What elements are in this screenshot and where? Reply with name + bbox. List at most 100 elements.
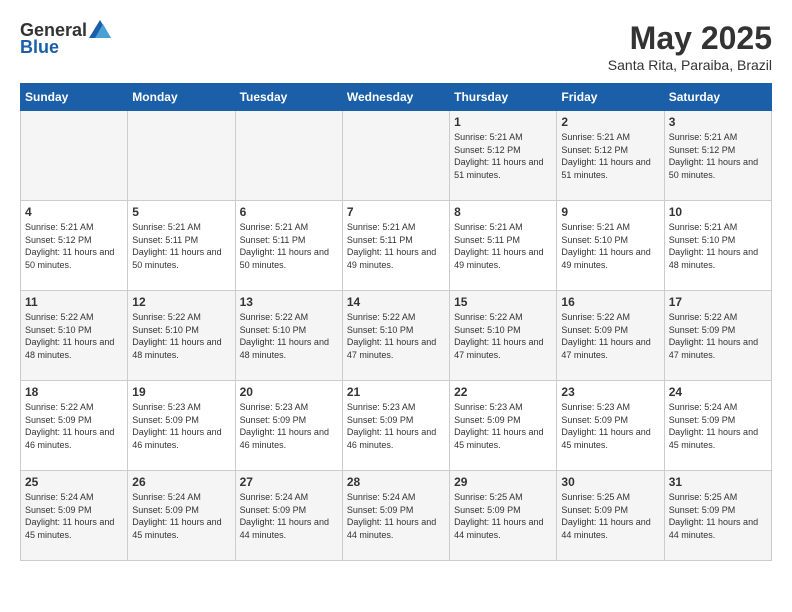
day-number: 30 xyxy=(561,475,659,489)
day-info: Sunrise: 5:22 AM Sunset: 5:09 PM Dayligh… xyxy=(669,311,767,361)
table-row xyxy=(235,111,342,201)
table-row: 2Sunrise: 5:21 AM Sunset: 5:12 PM Daylig… xyxy=(557,111,664,201)
table-row xyxy=(21,111,128,201)
day-number: 5 xyxy=(132,205,230,219)
table-row: 14 Sunrise: 5:22 AM Sunset: 5:10 PM Dayli… xyxy=(342,291,449,381)
table-row: 28 Sunrise: 5:24 AM Sunset: 5:09 PM Dayli… xyxy=(342,471,449,561)
table-row: 13 Sunrise: 5:22 AM Sunset: 5:10 PM Dayli… xyxy=(235,291,342,381)
logo: General Blue xyxy=(20,20,111,58)
calendar-week-row: 4 Sunrise: 5:21 AM Sunset: 5:12 PM Daylig… xyxy=(21,201,772,291)
day-info: Sunrise: 5:21 AM Sunset: 5:12 PM Dayligh… xyxy=(25,221,123,271)
day-number: 15 xyxy=(454,295,552,309)
calendar-subtitle: Santa Rita, Paraiba, Brazil xyxy=(608,57,772,73)
header-tuesday: Tuesday xyxy=(235,84,342,111)
day-info: Sunrise: 5:25 AM Sunset: 5:09 PM Dayligh… xyxy=(454,491,552,541)
table-row: 11Sunrise: 5:22 AM Sunset: 5:10 PM Dayli… xyxy=(21,291,128,381)
table-row: 15 Sunrise: 5:22 AM Sunset: 5:10 PM Dayli… xyxy=(450,291,557,381)
calendar-week-row: 18 Sunrise: 5:22 AM Sunset: 5:09 PM Dayli… xyxy=(21,381,772,471)
day-number: 31 xyxy=(669,475,767,489)
day-number: 3 xyxy=(669,115,767,129)
table-row: 30 Sunrise: 5:25 AM Sunset: 5:09 PM Dayli… xyxy=(557,471,664,561)
day-number: 28 xyxy=(347,475,445,489)
day-number: 20 xyxy=(240,385,338,399)
day-info: Sunrise: 5:24 AM Sunset: 5:09 PM Dayligh… xyxy=(25,491,123,541)
calendar-week-row: 25 Sunrise: 5:24 AM Sunset: 5:09 PM Dayli… xyxy=(21,471,772,561)
day-number: 7 xyxy=(347,205,445,219)
day-info: Sunrise: 5:22 AM Sunset: 5:10 PM Dayligh… xyxy=(347,311,445,361)
day-info: Sunrise: 5:21 AM Sunset: 5:10 PM Dayligh… xyxy=(561,221,659,271)
table-row: 5 Sunrise: 5:21 AM Sunset: 5:11 PM Daylig… xyxy=(128,201,235,291)
table-row: 21Sunrise: 5:23 AM Sunset: 5:09 PM Dayli… xyxy=(342,381,449,471)
table-row: 23 Sunrise: 5:23 AM Sunset: 5:09 PM Dayli… xyxy=(557,381,664,471)
table-row: 31 Sunrise: 5:25 AM Sunset: 5:09 PM Dayli… xyxy=(664,471,771,561)
day-number: 6 xyxy=(240,205,338,219)
table-row: 17 Sunrise: 5:22 AM Sunset: 5:09 PM Dayli… xyxy=(664,291,771,381)
table-row: 9Sunrise: 5:21 AM Sunset: 5:10 PM Daylig… xyxy=(557,201,664,291)
day-info: Sunrise: 5:22 AM Sunset: 5:10 PM Dayligh… xyxy=(132,311,230,361)
day-info: Sunrise: 5:22 AM Sunset: 5:10 PM Dayligh… xyxy=(454,311,552,361)
day-number: 4 xyxy=(25,205,123,219)
table-row xyxy=(128,111,235,201)
header-sunday: Sunday xyxy=(21,84,128,111)
header-monday: Monday xyxy=(128,84,235,111)
table-row: 24Sunrise: 5:24 AM Sunset: 5:09 PM Dayli… xyxy=(664,381,771,471)
table-row: 29Sunrise: 5:25 AM Sunset: 5:09 PM Dayli… xyxy=(450,471,557,561)
table-row: 12 Sunrise: 5:22 AM Sunset: 5:10 PM Dayli… xyxy=(128,291,235,381)
calendar-table: Sunday Monday Tuesday Wednesday Thursday… xyxy=(20,83,772,561)
logo-icon xyxy=(89,20,111,38)
table-row: 20Sunrise: 5:23 AM Sunset: 5:09 PM Dayli… xyxy=(235,381,342,471)
table-row: 16Sunrise: 5:22 AM Sunset: 5:09 PM Dayli… xyxy=(557,291,664,381)
day-number: 12 xyxy=(132,295,230,309)
table-row: 25 Sunrise: 5:24 AM Sunset: 5:09 PM Dayli… xyxy=(21,471,128,561)
day-number: 13 xyxy=(240,295,338,309)
day-info: Sunrise: 5:24 AM Sunset: 5:09 PM Dayligh… xyxy=(347,491,445,541)
day-info: Sunrise: 5:22 AM Sunset: 5:10 PM Dayligh… xyxy=(240,311,338,361)
calendar-week-row: 1 Sunrise: 5:21 AM Sunset: 5:12 PM Daylig… xyxy=(21,111,772,201)
day-number: 17 xyxy=(669,295,767,309)
calendar-title: May 2025 xyxy=(608,20,772,57)
day-number: 22 xyxy=(454,385,552,399)
day-number: 25 xyxy=(25,475,123,489)
day-info: Sunrise: 5:22 AM Sunset: 5:09 PM Dayligh… xyxy=(25,401,123,451)
table-row: 26 Sunrise: 5:24 AM Sunset: 5:09 PM Dayli… xyxy=(128,471,235,561)
day-number: 23 xyxy=(561,385,659,399)
table-row: 10Sunrise: 5:21 AM Sunset: 5:10 PM Dayli… xyxy=(664,201,771,291)
table-row: 1 Sunrise: 5:21 AM Sunset: 5:12 PM Daylig… xyxy=(450,111,557,201)
day-number: 26 xyxy=(132,475,230,489)
day-info: Sunrise: 5:25 AM Sunset: 5:09 PM Dayligh… xyxy=(561,491,659,541)
table-row: 3 Sunrise: 5:21 AM Sunset: 5:12 PM Daylig… xyxy=(664,111,771,201)
day-info: Sunrise: 5:21 AM Sunset: 5:12 PM Dayligh… xyxy=(454,131,552,181)
day-info: Sunrise: 5:21 AM Sunset: 5:10 PM Dayligh… xyxy=(669,221,767,271)
logo-text-blue: Blue xyxy=(20,37,59,58)
day-number: 11 xyxy=(25,295,123,309)
header-wednesday: Wednesday xyxy=(342,84,449,111)
day-info: Sunrise: 5:23 AM Sunset: 5:09 PM Dayligh… xyxy=(561,401,659,451)
day-info: Sunrise: 5:23 AM Sunset: 5:09 PM Dayligh… xyxy=(132,401,230,451)
day-info: Sunrise: 5:25 AM Sunset: 5:09 PM Dayligh… xyxy=(669,491,767,541)
table-row: 4 Sunrise: 5:21 AM Sunset: 5:12 PM Daylig… xyxy=(21,201,128,291)
calendar-week-row: 11 Sunrise: 5:22 AM Sunset: 5:10 PM Dayli… xyxy=(21,291,772,381)
day-info: Sunrise: 5:23 AM Sunset: 5:09 PM Dayligh… xyxy=(347,401,445,451)
table-row: 7Sunrise: 5:21 AM Sunset: 5:11 PM Daylig… xyxy=(342,201,449,291)
day-number: 8 xyxy=(454,205,552,219)
day-info: Sunrise: 5:21 AM Sunset: 5:11 PM Dayligh… xyxy=(240,221,338,271)
header-saturday: Saturday xyxy=(664,84,771,111)
day-number: 24 xyxy=(669,385,767,399)
day-number: 14 xyxy=(347,295,445,309)
header-friday: Friday xyxy=(557,84,664,111)
day-number: 19 xyxy=(132,385,230,399)
weekday-header-row: Sunday Monday Tuesday Wednesday Thursday… xyxy=(21,84,772,111)
day-info: Sunrise: 5:24 AM Sunset: 5:09 PM Dayligh… xyxy=(132,491,230,541)
day-number: 18 xyxy=(25,385,123,399)
header-area: General Blue May 2025 Santa Rita, Paraib… xyxy=(20,20,772,73)
day-info: Sunrise: 5:24 AM Sunset: 5:09 PM Dayligh… xyxy=(240,491,338,541)
table-row: 22Sunrise: 5:23 AM Sunset: 5:09 PM Dayli… xyxy=(450,381,557,471)
day-number: 1 xyxy=(454,115,552,129)
day-info: Sunrise: 5:22 AM Sunset: 5:09 PM Dayligh… xyxy=(561,311,659,361)
day-info: Sunrise: 5:21 AM Sunset: 5:11 PM Dayligh… xyxy=(454,221,552,271)
title-area: May 2025 Santa Rita, Paraiba, Brazil xyxy=(608,20,772,73)
day-info: Sunrise: 5:21 AM Sunset: 5:12 PM Dayligh… xyxy=(561,131,659,181)
day-info: Sunrise: 5:21 AM Sunset: 5:11 PM Dayligh… xyxy=(132,221,230,271)
day-number: 27 xyxy=(240,475,338,489)
day-info: Sunrise: 5:21 AM Sunset: 5:12 PM Dayligh… xyxy=(669,131,767,181)
